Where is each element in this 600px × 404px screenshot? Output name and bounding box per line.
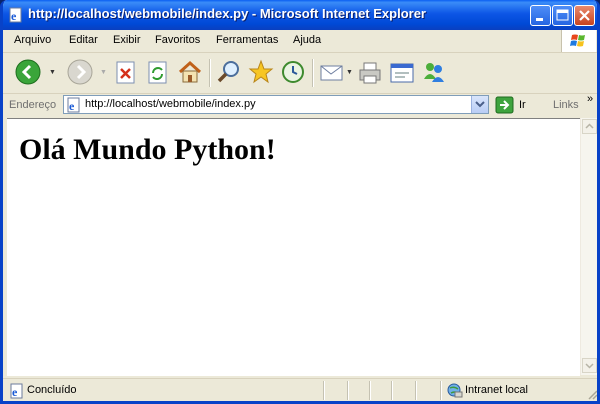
close-icon <box>579 10 590 21</box>
page-done-icon: e <box>10 383 23 399</box>
forward-dropdown-icon[interactable]: ▼ <box>100 69 107 76</box>
address-dropdown-button[interactable] <box>471 96 488 113</box>
svg-text:e: e <box>69 99 75 113</box>
address-label: Endereço <box>9 99 57 111</box>
status-bar: e Concluído Intranet local <box>3 378 598 401</box>
links-label[interactable]: Links <box>553 99 579 111</box>
vertical-scrollbar[interactable] <box>580 118 597 375</box>
menu-favoritos[interactable]: Favoritos <box>155 34 200 46</box>
links-chevron[interactable]: » <box>587 93 593 105</box>
toolbar-separator <box>312 59 314 87</box>
status-divider <box>415 381 417 400</box>
home-icon[interactable] <box>177 59 203 85</box>
toolbar-separator <box>209 59 211 87</box>
menu-exibir[interactable]: Exibir <box>113 34 141 46</box>
security-zone-text: Intranet local <box>465 384 528 396</box>
svg-text:e: e <box>12 385 18 399</box>
search-icon[interactable] <box>216 59 242 85</box>
chevron-down-icon <box>475 101 485 108</box>
go-button-label[interactable]: Ir <box>519 99 526 111</box>
stop-icon[interactable] <box>115 61 137 85</box>
status-divider <box>347 381 349 400</box>
address-bar: Endereço e http://localhost/webmobile/in… <box>3 93 597 117</box>
ie-page-icon: e <box>9 7 22 23</box>
favorites-star-icon[interactable] <box>248 59 274 85</box>
mail-dropdown-icon[interactable]: ▼ <box>346 69 353 76</box>
menu-bar: Arquivo Editar Exibir Favoritos Ferramen… <box>3 30 597 53</box>
intranet-globe-icon <box>447 383 463 398</box>
messenger-icon[interactable] <box>421 59 447 85</box>
maximize-button[interactable] <box>552 5 573 26</box>
maximize-icon <box>556 9 569 21</box>
print-icon[interactable] <box>357 61 383 85</box>
forward-icon[interactable] <box>67 59 93 85</box>
close-button[interactable] <box>574 5 595 26</box>
status-divider <box>440 381 442 400</box>
back-icon[interactable] <box>15 59 41 85</box>
menu-ajuda[interactable]: Ajuda <box>293 34 321 46</box>
status-divider <box>369 381 371 400</box>
standard-toolbar: ▼ ▼ ▼ <box>3 53 597 94</box>
status-divider <box>323 381 325 400</box>
arrow-down-icon <box>585 363 594 369</box>
resize-grip-icon[interactable] <box>586 388 598 400</box>
address-input[interactable]: e http://localhost/webmobile/index.py <box>63 95 489 114</box>
window-title: http://localhost/webmobile/index.py - Mi… <box>28 6 426 21</box>
history-icon[interactable] <box>280 59 306 85</box>
arrow-up-icon <box>585 123 594 129</box>
mail-icon[interactable] <box>319 61 345 83</box>
windows-flag-icon <box>570 34 585 47</box>
page-heading: Olá Mundo Python! <box>19 133 276 166</box>
page-icon: e <box>67 97 80 113</box>
menu-arquivo[interactable]: Arquivo <box>14 34 51 46</box>
refresh-icon[interactable] <box>147 61 169 85</box>
browser-window: e http://localhost/webmobile/index.py - … <box>0 0 600 404</box>
windows-logo <box>561 30 596 52</box>
title-bar[interactable]: e http://localhost/webmobile/index.py - … <box>3 0 597 30</box>
minimize-button[interactable] <box>530 5 551 26</box>
status-text: Concluído <box>27 384 77 396</box>
svg-text:e: e <box>11 9 17 23</box>
menu-editar[interactable]: Editar <box>69 34 98 46</box>
scroll-down-button[interactable] <box>582 358 597 373</box>
status-divider <box>391 381 393 400</box>
back-dropdown-icon[interactable]: ▼ <box>49 69 56 76</box>
menu-ferramentas[interactable]: Ferramentas <box>216 34 278 46</box>
go-arrow-icon[interactable] <box>495 96 515 114</box>
scroll-up-button[interactable] <box>582 119 597 134</box>
page-content: Olá Mundo Python! <box>7 118 580 376</box>
edit-icon[interactable] <box>389 61 415 85</box>
address-url[interactable]: http://localhost/webmobile/index.py <box>85 98 256 110</box>
minimize-icon <box>536 18 543 21</box>
